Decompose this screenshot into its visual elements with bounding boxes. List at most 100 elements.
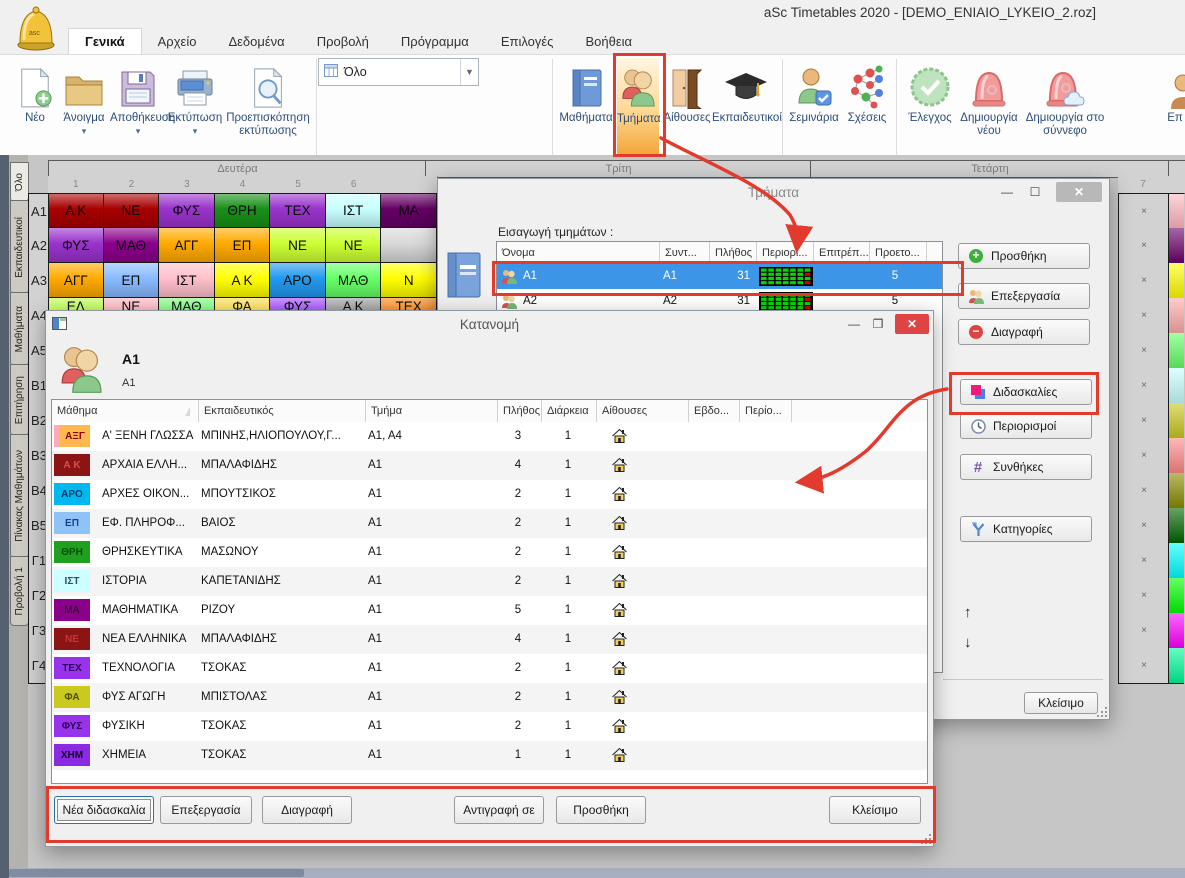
- menu-tab-5[interactable]: Πρόγραμμα: [385, 28, 485, 54]
- seminars-button[interactable]: Σεμινάρια: [788, 57, 840, 153]
- resize-grip[interactable]: [1095, 705, 1107, 717]
- blocked-cell-A1[interactable]: ×: [1118, 193, 1170, 230]
- scrollbar-thumb[interactable]: [9, 869, 304, 877]
- cell-A1-6[interactable]: ΙΣΤ: [326, 193, 382, 228]
- delete-lesson-button[interactable]: Διαγραφή: [262, 796, 352, 824]
- lessons-col-3[interactable]: Τμήμα: [366, 400, 498, 422]
- row-label-A3[interactable]: A3: [28, 263, 50, 299]
- add-class-button[interactable]: + Προσθήκη: [958, 243, 1090, 269]
- lesson-row-9[interactable]: ΤΕΧΤΕΧΝΟΛΟΓΙΑΤΣΟΚΑΣA121: [52, 654, 927, 683]
- asc-bell-logo-icon[interactable]: asc: [13, 2, 59, 52]
- classes-col-4[interactable]: Περιορι...: [757, 242, 814, 264]
- cell-A3-2[interactable]: ΕΠ: [104, 263, 160, 298]
- classes-col-6[interactable]: Προετο...: [870, 242, 927, 264]
- lesson-row-6[interactable]: ΙΣΤΙΣΤΟΡΙΑΚΑΠΕΤΑΝΙΔΗΣA121: [52, 567, 927, 596]
- edge-cell-B3[interactable]: [1168, 438, 1184, 474]
- classes-col-2[interactable]: Συντ...: [660, 242, 710, 264]
- blocked-cell-Γ1[interactable]: ×: [1118, 543, 1170, 579]
- blocked-cell-B2[interactable]: ×: [1118, 403, 1170, 439]
- minimize-button[interactable]: —: [842, 314, 866, 334]
- edge-cell-A5[interactable]: [1168, 333, 1184, 369]
- open-button[interactable]: Άνοιγμα ▾: [58, 57, 110, 153]
- menu-tab-1[interactable]: Γενικά: [68, 28, 142, 54]
- combo-dropdown-icon[interactable]: ▼: [460, 59, 478, 85]
- save-button[interactable]: Αποθήκευση ▾: [110, 57, 166, 153]
- classes-close-button[interactable]: Κλείσιμο: [1024, 692, 1098, 714]
- edit-lesson-button[interactable]: Επεξεργασία: [160, 796, 252, 824]
- row-label-A1[interactable]: A1: [28, 193, 50, 230]
- cell-A1-1[interactable]: Α Κ: [48, 193, 104, 228]
- classes-col-3[interactable]: Πλήθος: [710, 242, 757, 264]
- edge-cell-Γ2[interactable]: [1168, 578, 1184, 614]
- blocked-cell-B4[interactable]: ×: [1118, 473, 1170, 509]
- lessons-col-6[interactable]: Αίθουσες: [597, 400, 689, 422]
- view-select-combo[interactable]: Όλο ▼: [318, 58, 479, 86]
- menu-tab-4[interactable]: Προβολή: [301, 28, 385, 54]
- menu-tab-2[interactable]: Αρχείο: [142, 28, 213, 54]
- blocked-cell-A3[interactable]: ×: [1118, 263, 1170, 299]
- edge-cell-A4[interactable]: [1168, 298, 1184, 334]
- new-lesson-button[interactable]: Νέα διδασκαλία: [54, 796, 154, 824]
- cell-A3-7[interactable]: Ν: [381, 263, 437, 298]
- cell-A2-7[interactable]: [381, 228, 437, 263]
- cell-A2-4[interactable]: ΕΠ: [215, 228, 271, 263]
- relations-button[interactable]: Σχέσεις: [842, 57, 892, 153]
- blocked-cell-A4[interactable]: ×: [1118, 298, 1170, 334]
- lesson-row-4[interactable]: ΕΠΕΦ. ΠΛΗΡΟΦ...ΒΑΪΟΣA121: [52, 509, 927, 538]
- edge-cell-A3[interactable]: [1168, 263, 1184, 299]
- window-system-icon[interactable]: [52, 317, 67, 335]
- constraints-button[interactable]: Περιορισμοί: [960, 413, 1092, 439]
- edge-cell-Γ1[interactable]: [1168, 543, 1184, 579]
- lesson-row-8[interactable]: ΝΕΝΕΑ ΕΛΛΗΝΙΚΑΜΠΑΛΑΦΙΔΗΣA141: [52, 625, 927, 654]
- lesson-row-11[interactable]: ΦΥΣΦΥΣΙΚΗΤΣΟΚΑΣA121: [52, 712, 927, 741]
- cell-A2-2[interactable]: ΜΑΘ: [104, 228, 160, 263]
- lessons-button[interactable]: Διδασκαλίες: [960, 379, 1092, 405]
- blocked-cell-Γ2[interactable]: ×: [1118, 578, 1170, 614]
- move-up-button[interactable]: ↑: [964, 604, 972, 621]
- cell-A3-4[interactable]: Α Κ: [215, 263, 271, 298]
- minimize-button[interactable]: —: [994, 182, 1020, 202]
- lessons-col-8[interactable]: Περίο...: [740, 400, 792, 422]
- delete-class-button[interactable]: − Διαγραφή: [958, 319, 1090, 345]
- cell-A2-5[interactable]: ΝΕ: [270, 228, 326, 263]
- lessons-col-2[interactable]: Εκπαιδευτικός: [199, 400, 366, 422]
- class-row-A1[interactable]: A1A1315: [497, 264, 942, 289]
- menu-tab-7[interactable]: Βοήθεια: [569, 28, 648, 54]
- blocked-cell-B3[interactable]: ×: [1118, 438, 1170, 474]
- edge-cell-A2[interactable]: [1168, 228, 1184, 264]
- blocked-cell-Γ3[interactable]: ×: [1118, 613, 1170, 649]
- lessons-col-1[interactable]: Μάθημα: [52, 400, 199, 422]
- generate-cloud-button[interactable]: Δημιουργία στο σύννεφο: [1024, 57, 1106, 153]
- lesson-row-12[interactable]: ΧΗΜΧΗΜΕΙΑΤΣΟΚΑΣA111: [52, 741, 927, 770]
- edge-cell-B2[interactable]: [1168, 403, 1184, 439]
- add-lesson-button[interactable]: Προσθήκη: [556, 796, 646, 824]
- blocked-cell-B1[interactable]: ×: [1118, 368, 1170, 404]
- side-tab-3[interactable]: Μαθήματα: [10, 292, 29, 366]
- cell-A3-5[interactable]: ΑΡΟ: [270, 263, 326, 298]
- cell-A3-1[interactable]: ΑΓΓ: [48, 263, 104, 298]
- blocked-cell-A5[interactable]: ×: [1118, 333, 1170, 369]
- conditions-button[interactable]: # Συνθήκες: [960, 454, 1092, 480]
- edge-cell-A1[interactable]: [1168, 193, 1184, 230]
- lesson-row-2[interactable]: Α ΚΑΡΧΑΙΑ ΕΛΛΗ...ΜΠΑΛΑΦΙΔΗΣA141: [52, 451, 927, 480]
- resize-grip[interactable]: [919, 832, 931, 844]
- edge-cell-B4[interactable]: [1168, 473, 1184, 509]
- cell-A1-5[interactable]: ΤΕΧ: [270, 193, 326, 228]
- lessons-col-7[interactable]: Εβδο...: [689, 400, 740, 422]
- edit-class-button[interactable]: Επεξεργασία: [958, 283, 1090, 309]
- distribution-close-button[interactable]: Κλείσιμο: [829, 796, 921, 824]
- print-button[interactable]: Εκτύπωση ▾: [166, 57, 224, 153]
- new-button[interactable]: Νέο: [12, 57, 58, 153]
- chevron-down-icon[interactable]: ▾: [110, 126, 166, 137]
- close-button[interactable]: ✕: [895, 314, 929, 334]
- cell-A1-2[interactable]: ΝΕ: [104, 193, 160, 228]
- classes-col-5[interactable]: Επιτρέπ...: [814, 242, 870, 264]
- classes-col-1[interactable]: Όνομα: [497, 242, 660, 264]
- lesson-row-3[interactable]: ΑΡΟΑΡΧΕΣ ΟΙΚΟΝ...ΜΠΟΥΤΣΙΚΟΣA121: [52, 480, 927, 509]
- maximize-button[interactable]: ❒: [866, 314, 890, 334]
- rooms-button[interactable]: Αίθουσες: [662, 57, 712, 153]
- side-tab-4[interactable]: Επιτήρηση: [10, 364, 29, 436]
- side-tab-2[interactable]: Εκπαιδευτικοί: [10, 200, 29, 294]
- horizontal-scrollbar[interactable]: [9, 868, 1185, 878]
- blocked-cell-A2[interactable]: ×: [1118, 228, 1170, 264]
